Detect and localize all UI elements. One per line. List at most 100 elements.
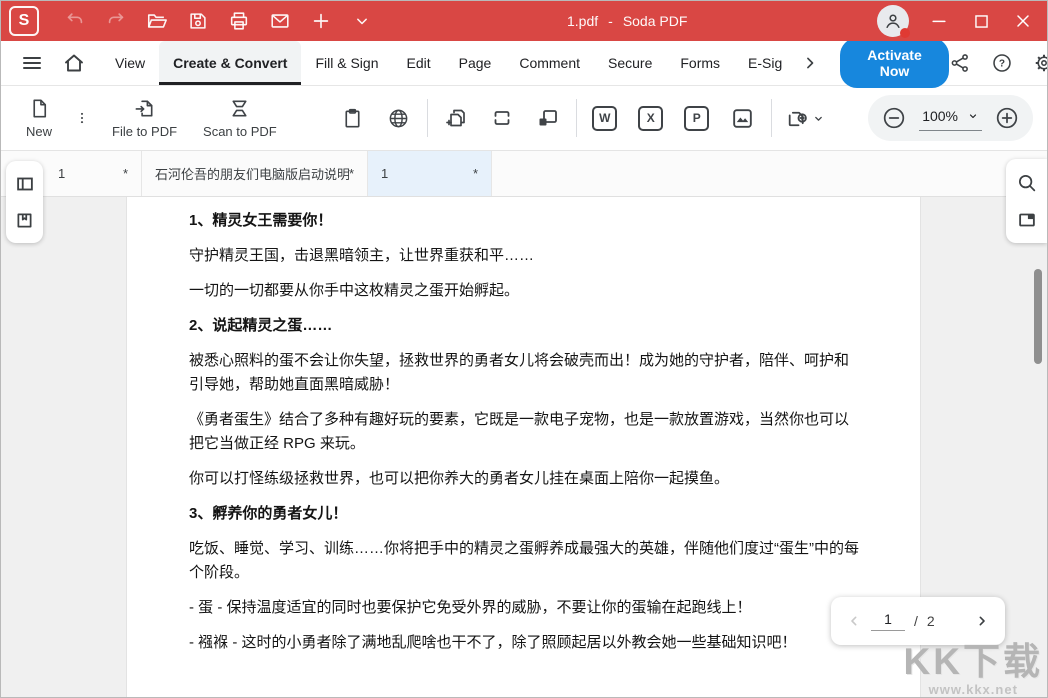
document-tab-1[interactable]: 1 * — [45, 151, 142, 196]
modified-indicator: * — [123, 166, 128, 181]
toolbar-divider — [427, 99, 428, 137]
tab-esign[interactable]: E-Sig — [734, 41, 796, 85]
redo-icon[interactable] — [104, 9, 128, 33]
tab-forms[interactable]: Forms — [666, 41, 734, 85]
pdf-page-content: 1、精灵女王需要你！ 守护精灵王国，击退黑暗领主，让世界重获和平…… 一切的一切… — [127, 197, 920, 655]
more-tabs-chevron-icon[interactable] — [796, 41, 824, 85]
tab-edit[interactable]: Edit — [393, 41, 445, 85]
modified-indicator: * — [473, 166, 478, 181]
tab-page[interactable]: Page — [445, 41, 506, 85]
zoom-level-dropdown[interactable]: 100% — [919, 106, 982, 131]
chevron-down-icon — [812, 112, 825, 125]
pdf-to-word-button[interactable]: W — [582, 106, 628, 131]
excel-icon: X — [638, 106, 663, 131]
help-icon[interactable]: ? — [991, 52, 1013, 74]
combine-files-icon[interactable] — [433, 106, 479, 130]
tab-view[interactable]: View — [101, 41, 159, 85]
window-title: 1.pdf-Soda PDF — [567, 1, 687, 41]
vertical-scrollbar-thumb[interactable] — [1034, 269, 1042, 364]
title-bar: S — [1, 1, 1047, 41]
current-page-input[interactable] — [871, 611, 905, 631]
email-icon[interactable] — [268, 9, 292, 33]
chevron-down-icon[interactable] — [350, 9, 374, 33]
left-panel-card — [6, 161, 43, 243]
maximize-button[interactable] — [969, 9, 993, 33]
watermark-title: KK下载 — [904, 631, 1043, 685]
pdf-page[interactable]: 1、精灵女王需要你！ 守护精灵王国，击退黑暗领主，让世界重获和平…… 一切的一切… — [126, 197, 921, 698]
settings-gear-icon[interactable] — [1033, 52, 1048, 74]
document-tab-3-active[interactable]: 1 * — [368, 151, 492, 196]
open-file-icon[interactable] — [145, 9, 169, 33]
tab-create-convert[interactable]: Create & Convert — [159, 41, 301, 85]
export-convert-dropdown[interactable] — [777, 106, 833, 131]
doc-heading: 2、说起精灵之蛋…… — [189, 314, 860, 338]
more-options-kebab-icon[interactable] — [65, 107, 99, 129]
create-convert-toolbar: New File to PDF Scan to PDF — [1, 86, 1047, 151]
home-icon[interactable] — [53, 41, 95, 85]
total-pages: 2 — [927, 613, 935, 629]
share-icon[interactable] — [949, 52, 971, 74]
word-icon: W — [592, 106, 617, 131]
zoom-out-icon[interactable] — [881, 105, 907, 131]
pdf-to-image-button[interactable] — [720, 106, 766, 131]
pdf-to-powerpoint-button[interactable]: P — [674, 106, 720, 131]
close-button[interactable] — [1011, 9, 1035, 33]
next-page-icon[interactable] — [974, 613, 990, 629]
doc-heading: 1、精灵女王需要你！ — [189, 209, 860, 233]
right-panel-card — [1006, 159, 1047, 243]
scanner-icon — [228, 97, 251, 120]
page-separator: / — [914, 613, 918, 629]
convert-page-icon — [785, 106, 810, 131]
doc-paragraph: 《勇者蛋生》结合了多种有趣好玩的要素，它既是一款电子宠物，也是一款放置游戏，当然… — [189, 408, 860, 456]
properties-panel-icon[interactable] — [1016, 209, 1038, 231]
search-icon[interactable] — [1016, 172, 1038, 194]
bookmarks-panel-icon[interactable] — [14, 210, 35, 231]
scan-to-pdf-button[interactable]: Scan to PDF — [190, 97, 290, 139]
doc-paragraph: 吃饭、睡觉、学习、训练……你将把手中的精灵之蛋孵养成最强大的英雄，伴随他们度过“… — [189, 537, 860, 585]
hamburger-menu-icon[interactable] — [11, 41, 53, 85]
file-to-pdf-icon — [133, 97, 156, 120]
notification-badge — [900, 28, 910, 38]
toolbar-divider — [771, 99, 772, 137]
document-tab-2[interactable]: 石河伦吾的朋友们电脑版启动说明 * — [142, 151, 368, 196]
split-document-icon[interactable] — [479, 106, 525, 130]
paste-clipboard-icon[interactable] — [330, 107, 376, 130]
doc-paragraph: 守护精灵王国，击退黑暗领主，让世界重获和平…… — [189, 244, 860, 268]
powerpoint-icon: P — [684, 106, 709, 131]
app-window: S — [0, 0, 1048, 698]
extract-pages-icon[interactable] — [525, 106, 571, 130]
document-tab-strip: 1 * 石河伦吾的朋友们电脑版启动说明 * 1 * — [1, 151, 1047, 197]
zoom-in-icon[interactable] — [994, 105, 1020, 131]
doc-paragraph: - 襁褓 - 这时的小勇者除了满地乱爬啥也干不了，除了照顾起居以外教会她一些基础… — [189, 631, 860, 655]
new-page-icon — [28, 97, 51, 120]
toolbar-divider — [576, 99, 577, 137]
doc-paragraph: 一切的一切都要从你手中这枚精灵之蛋开始孵起。 — [189, 279, 860, 303]
add-icon[interactable] — [309, 9, 333, 33]
doc-paragraph: - 蛋 - 保持温度适宜的同时也要保护它免受外界的威胁，不要让你的蛋输在起跑线上… — [189, 596, 860, 620]
print-icon[interactable] — [227, 9, 251, 33]
pages-panel-icon[interactable] — [14, 173, 36, 195]
activate-now-button[interactable]: Activate Now — [840, 38, 948, 88]
user-avatar[interactable] — [877, 5, 909, 37]
svg-text:?: ? — [999, 59, 1005, 70]
previous-page-icon[interactable] — [846, 613, 862, 629]
minimize-button[interactable] — [927, 9, 951, 33]
site-watermark: KK下载 www.kkx.net — [904, 631, 1043, 697]
pdf-to-excel-button[interactable]: X — [628, 106, 674, 131]
save-icon[interactable] — [186, 9, 210, 33]
file-to-pdf-button[interactable]: File to PDF — [99, 97, 190, 139]
chevron-down-icon — [967, 110, 979, 122]
soda-pdf-logo: S — [9, 6, 39, 36]
menu-bar: View Create & Convert Fill & Sign Edit P… — [1, 41, 1047, 86]
web-to-pdf-globe-icon[interactable] — [376, 107, 422, 130]
tab-comment[interactable]: Comment — [505, 41, 594, 85]
new-document-button[interactable]: New — [13, 97, 65, 139]
modified-indicator: * — [349, 166, 354, 181]
zoom-controls: 100% — [868, 95, 1033, 141]
tab-fill-sign[interactable]: Fill & Sign — [301, 41, 392, 85]
doc-paragraph: 被悉心照料的蛋不会让你失望，拯救世界的勇者女儿将会破壳而出！成为她的守护者，陪伴… — [189, 349, 860, 397]
doc-paragraph: 你可以打怪练级拯救世界，也可以把你养大的勇者女儿挂在桌面上陪你一起摸鱼。 — [189, 467, 860, 491]
doc-heading: 3、孵养你的勇者女儿！ — [189, 502, 860, 526]
undo-icon[interactable] — [63, 9, 87, 33]
tab-secure[interactable]: Secure — [594, 41, 666, 85]
